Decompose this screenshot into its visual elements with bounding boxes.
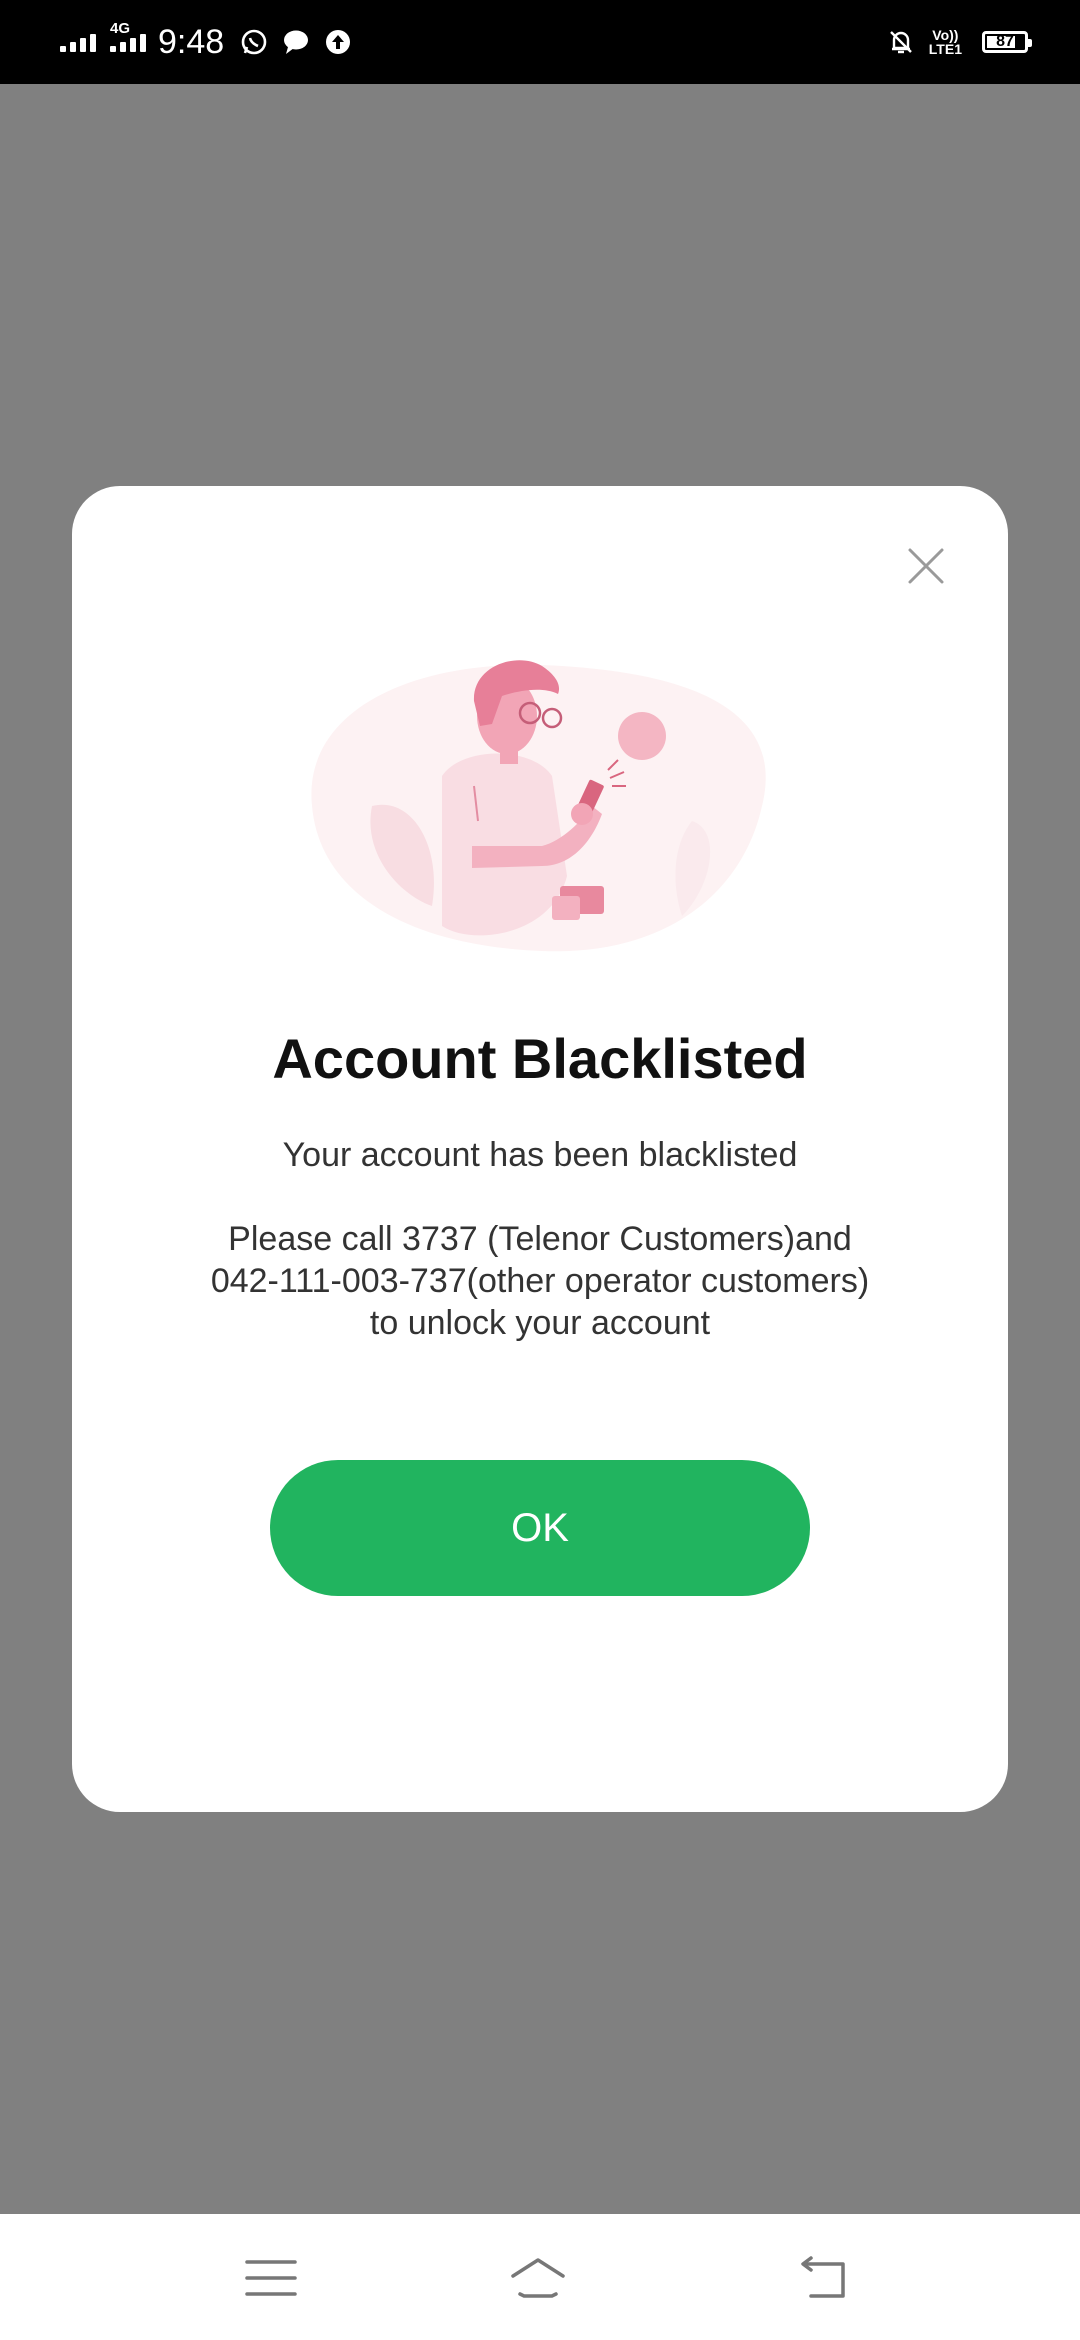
- status-bar: 4G 9:48 Vo)) LTE1 87: [0, 0, 1080, 84]
- blacklist-dialog: Account Blacklisted Your account has bee…: [72, 486, 1008, 1812]
- menu-button[interactable]: [243, 2250, 299, 2306]
- menu-icon: [245, 2260, 297, 2296]
- dialog-message: Your account has been blacklisted: [282, 1136, 798, 1174]
- whatsapp-icon: [240, 28, 268, 56]
- dialog-instructions: Please call 3737 (Telenor Customers)and …: [152, 1218, 928, 1344]
- instructions-line-1: Please call 3737 (Telenor Customers)and: [228, 1220, 852, 1258]
- battery-icon: 87: [982, 31, 1032, 53]
- status-bar-left: 4G 9:48: [60, 20, 366, 62]
- instructions-line-3: to unlock your account: [369, 1304, 711, 1342]
- close-icon: [908, 548, 944, 584]
- volte-icon: Vo)) LTE1: [928, 27, 962, 57]
- upload-icon: [324, 28, 352, 56]
- message-icon: [282, 28, 310, 56]
- dialog-title: Account Blacklisted: [272, 1027, 808, 1090]
- bell-muted-icon: [887, 28, 915, 56]
- instructions-line-2: 042-111-003-737(other operator customers…: [210, 1262, 870, 1300]
- status-time: 9:48: [158, 22, 225, 61]
- status-bar-right: Vo)) LTE1 87: [887, 27, 1032, 57]
- person-with-phone-illustration: [311, 660, 766, 952]
- network-4g-signal-icon: 4G: [110, 20, 146, 52]
- network-type-label: 4G: [110, 20, 131, 37]
- home-button[interactable]: [510, 2250, 566, 2306]
- navigation-bar: [0, 2214, 1080, 2340]
- close-button[interactable]: [906, 546, 946, 586]
- battery-level: 87: [996, 33, 1014, 50]
- signal-icon: [60, 32, 96, 52]
- back-icon: [801, 2256, 845, 2298]
- ok-button[interactable]: OK: [270, 1460, 810, 1596]
- home-icon: [511, 2258, 565, 2298]
- back-button[interactable]: [797, 2250, 853, 2306]
